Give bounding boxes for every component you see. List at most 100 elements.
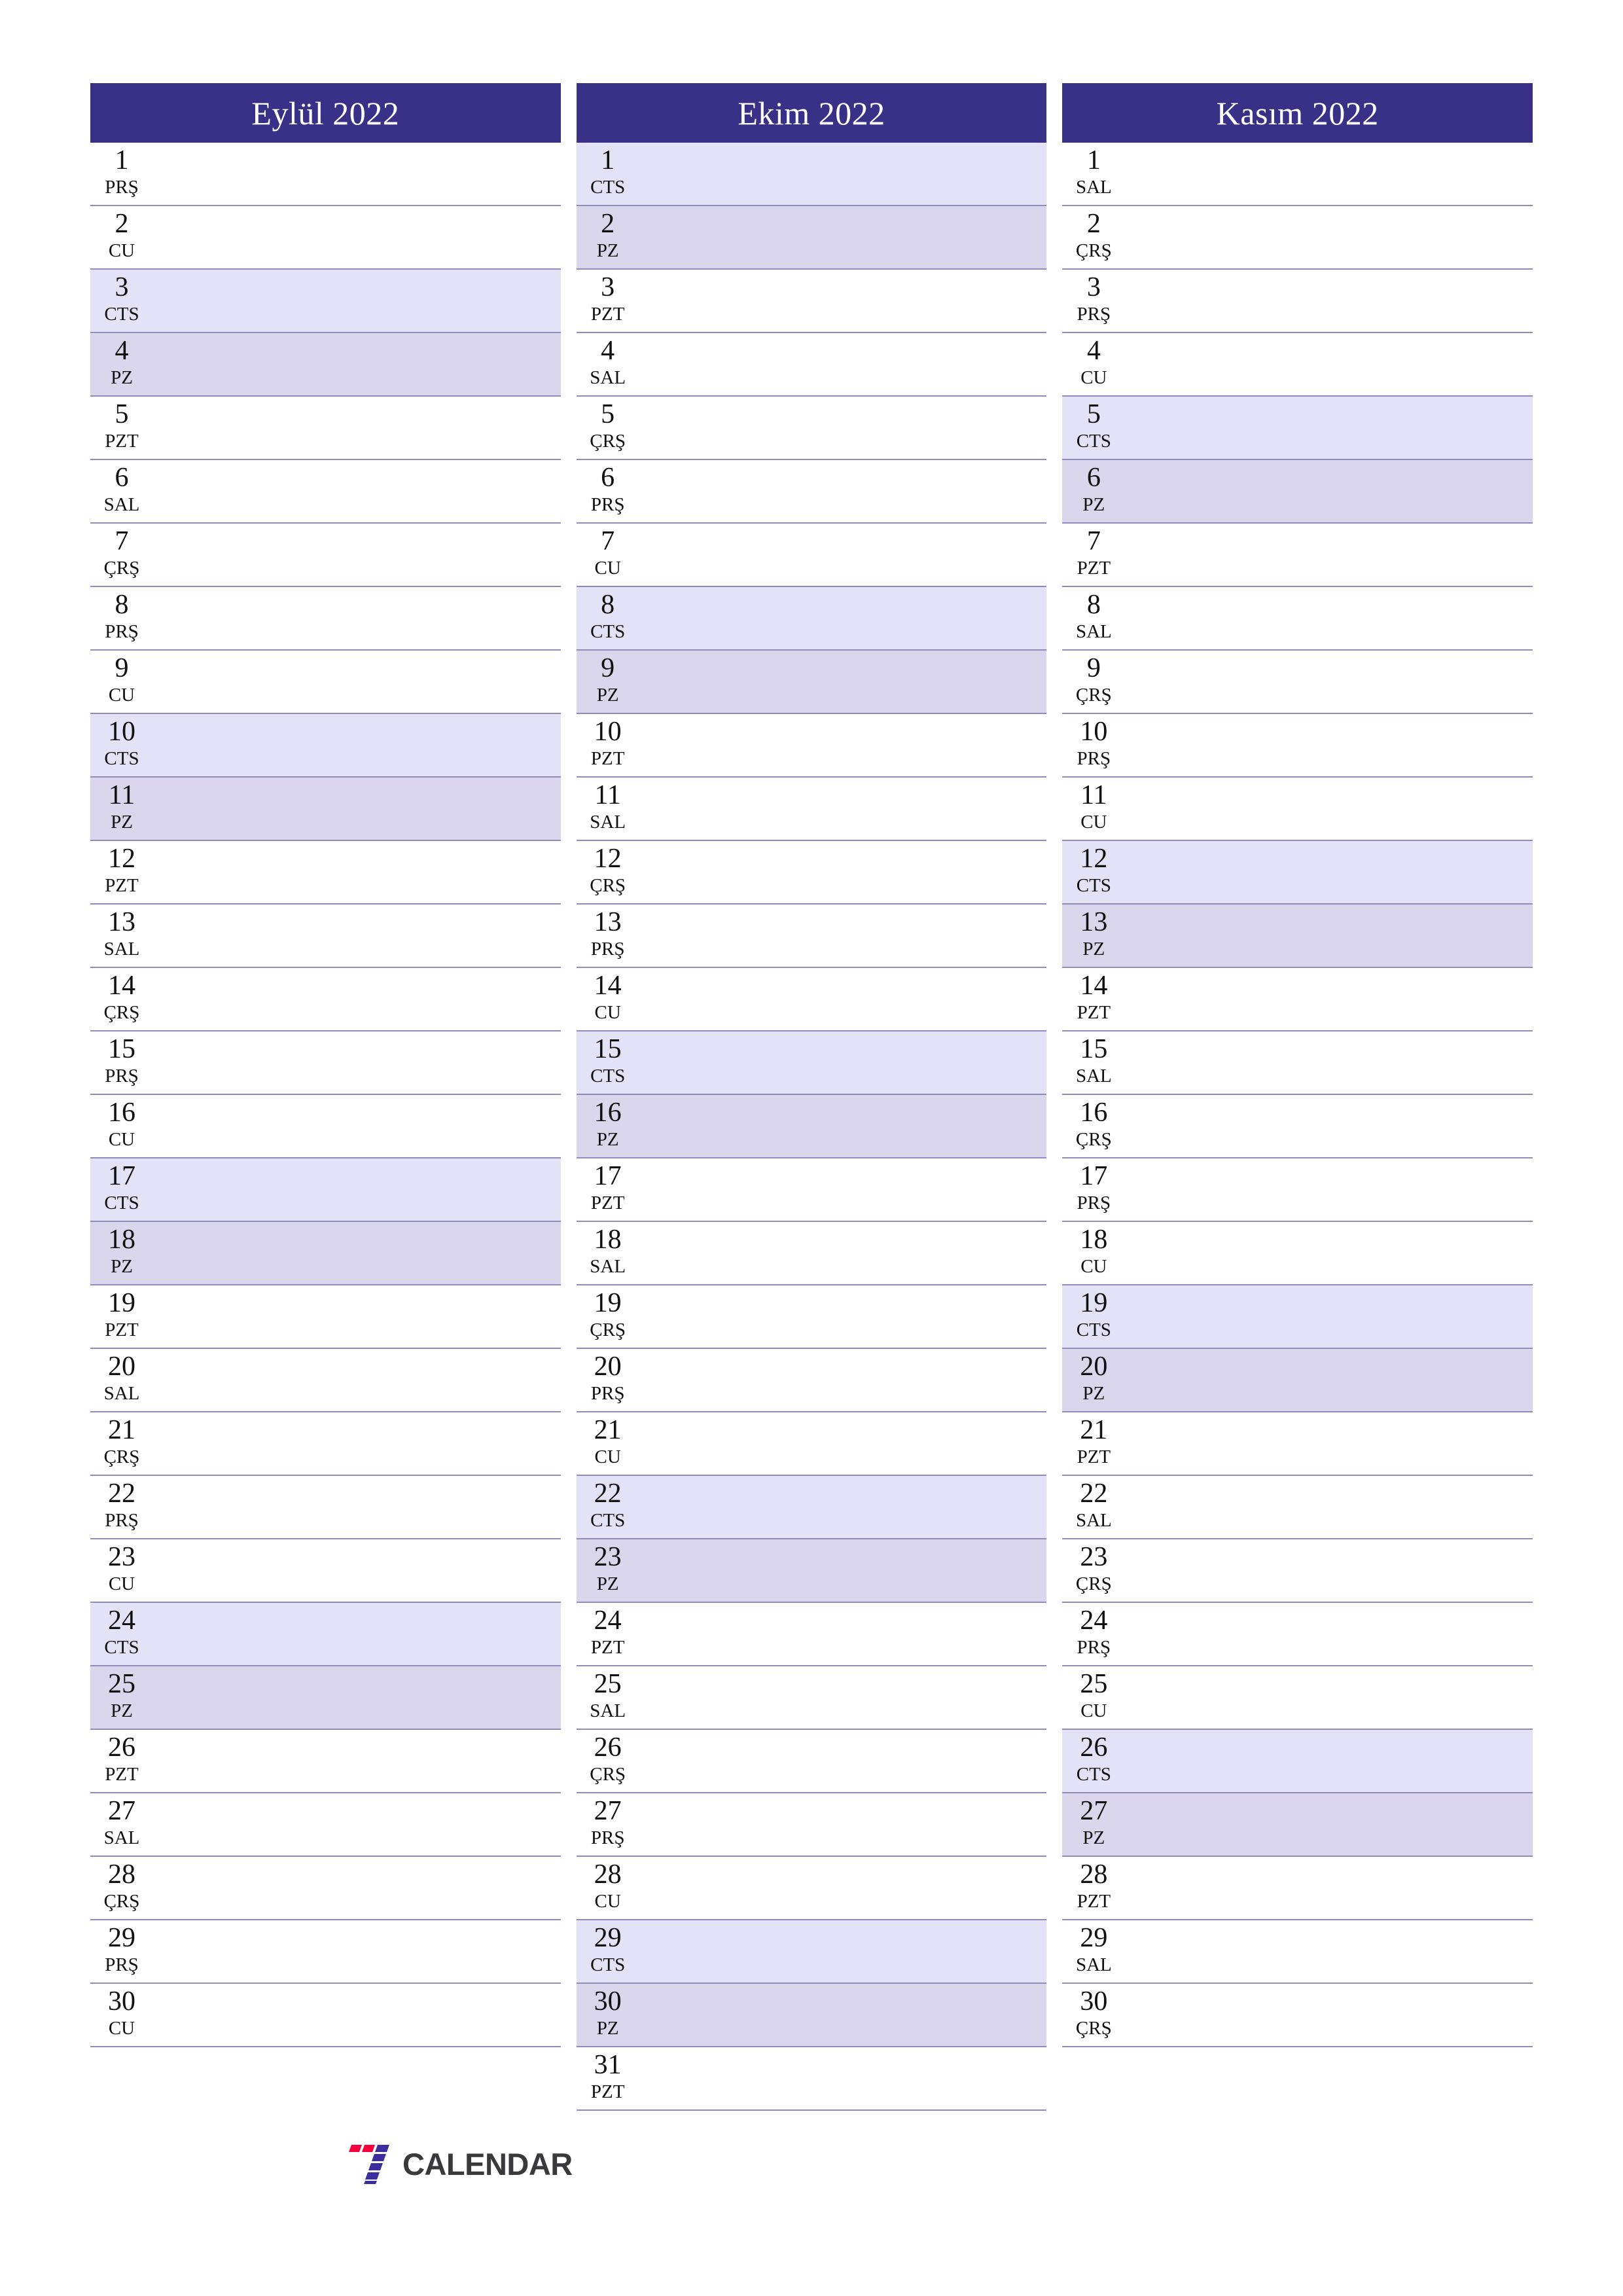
day-row[interactable]: 12 ÇRŞ bbox=[576, 841, 1047, 905]
day-row[interactable]: 30 CU bbox=[90, 1984, 561, 2047]
day-row[interactable]: 13 PZ bbox=[1062, 905, 1533, 968]
day-row[interactable]: 7 CU bbox=[576, 524, 1047, 587]
day-row[interactable]: 9 CU bbox=[90, 651, 561, 714]
day-number: 22 bbox=[1080, 1479, 1108, 1509]
day-row[interactable]: 16 CU bbox=[90, 1095, 561, 1158]
day-row[interactable]: 25 SAL bbox=[576, 1666, 1047, 1730]
day-row[interactable]: 9 PZ bbox=[576, 651, 1047, 714]
day-number: 3 bbox=[601, 272, 615, 302]
day-row[interactable]: 20 PRŞ bbox=[576, 1349, 1047, 1412]
day-row[interactable]: 8 CTS bbox=[576, 587, 1047, 651]
day-number: 6 bbox=[1086, 463, 1101, 493]
day-row[interactable]: 29 CTS bbox=[576, 1920, 1047, 1984]
day-row[interactable]: 28 ÇRŞ bbox=[90, 1857, 561, 1920]
day-row[interactable]: 5 ÇRŞ bbox=[576, 397, 1047, 460]
day-row[interactable]: 23 ÇRŞ bbox=[1062, 1539, 1533, 1603]
day-row[interactable]: 19 ÇRŞ bbox=[576, 1285, 1047, 1349]
day-row[interactable]: 13 SAL bbox=[90, 905, 561, 968]
day-row[interactable]: 21 CU bbox=[576, 1412, 1047, 1476]
day-row[interactable]: 1 CTS bbox=[576, 143, 1047, 206]
day-number: 1 bbox=[115, 145, 129, 175]
day-row[interactable]: 16 ÇRŞ bbox=[1062, 1095, 1533, 1158]
day-row[interactable]: 9 ÇRŞ bbox=[1062, 651, 1533, 714]
day-row[interactable]: 22 CTS bbox=[576, 1476, 1047, 1539]
day-row[interactable]: 30 PZ bbox=[576, 1984, 1047, 2047]
day-row[interactable]: 10 PRŞ bbox=[1062, 714, 1533, 778]
day-row[interactable]: 2 PZ bbox=[576, 206, 1047, 270]
day-weekday-abbr: PRŞ bbox=[590, 1383, 625, 1404]
day-row[interactable]: 5 CTS bbox=[1062, 397, 1533, 460]
day-row[interactable]: 19 PZT bbox=[90, 1285, 561, 1349]
day-row[interactable]: 28 PZT bbox=[1062, 1857, 1533, 1920]
day-row[interactable]: 27 PZ bbox=[1062, 1793, 1533, 1857]
day-row[interactable]: 12 PZT bbox=[90, 841, 561, 905]
day-row[interactable]: 15 CTS bbox=[576, 1031, 1047, 1095]
day-row[interactable]: 25 CU bbox=[1062, 1666, 1533, 1730]
day-row[interactable]: 18 CU bbox=[1062, 1222, 1533, 1285]
day-row[interactable]: 11 CU bbox=[1062, 778, 1533, 841]
day-row[interactable]: 18 PZ bbox=[90, 1222, 561, 1285]
day-row[interactable]: 18 SAL bbox=[576, 1222, 1047, 1285]
day-row[interactable]: 23 PZ bbox=[576, 1539, 1047, 1603]
day-row[interactable]: 26 PZT bbox=[90, 1730, 561, 1793]
day-row[interactable]: 2 ÇRŞ bbox=[1062, 206, 1533, 270]
day-row[interactable]: 11 PZ bbox=[90, 778, 561, 841]
day-row[interactable]: 25 PZ bbox=[90, 1666, 561, 1730]
day-number: 2 bbox=[1086, 209, 1101, 239]
day-row[interactable]: 17 CTS bbox=[90, 1158, 561, 1222]
day-row[interactable]: 26 CTS bbox=[1062, 1730, 1533, 1793]
day-row[interactable]: 1 PRŞ bbox=[90, 143, 561, 206]
day-row[interactable]: 30 ÇRŞ bbox=[1062, 1984, 1533, 2047]
day-weekday-abbr: PRŞ bbox=[105, 1510, 139, 1531]
day-row[interactable]: 23 CU bbox=[90, 1539, 561, 1603]
day-row[interactable]: 4 CU bbox=[1062, 333, 1533, 397]
day-row[interactable]: 8 PRŞ bbox=[90, 587, 561, 651]
day-row[interactable]: 2 CU bbox=[90, 206, 561, 270]
day-row[interactable]: 27 PRŞ bbox=[576, 1793, 1047, 1857]
day-row[interactable]: 20 PZ bbox=[1062, 1349, 1533, 1412]
day-row[interactable]: 27 SAL bbox=[90, 1793, 561, 1857]
day-row[interactable]: 7 PZT bbox=[1062, 524, 1533, 587]
day-row[interactable]: 10 CTS bbox=[90, 714, 561, 778]
day-row[interactable]: 15 SAL bbox=[1062, 1031, 1533, 1095]
day-row[interactable]: 6 PZ bbox=[1062, 460, 1533, 524]
day-row[interactable]: 7 ÇRŞ bbox=[90, 524, 561, 587]
day-row[interactable]: 4 PZ bbox=[90, 333, 561, 397]
day-row[interactable]: 15 PRŞ bbox=[90, 1031, 561, 1095]
day-row[interactable]: 24 PZT bbox=[576, 1603, 1047, 1666]
day-row[interactable]: 14 PZT bbox=[1062, 968, 1533, 1031]
day-weekday-abbr: CTS bbox=[1076, 1319, 1111, 1340]
day-row[interactable]: 21 PZT bbox=[1062, 1412, 1533, 1476]
day-row[interactable]: 6 SAL bbox=[90, 460, 561, 524]
day-row[interactable]: 28 CU bbox=[576, 1857, 1047, 1920]
day-row[interactable]: 31 PZT bbox=[576, 2047, 1047, 2111]
day-row[interactable]: 1 SAL bbox=[1062, 143, 1533, 206]
day-row[interactable]: 19 CTS bbox=[1062, 1285, 1533, 1349]
day-row[interactable]: 22 PRŞ bbox=[90, 1476, 561, 1539]
day-row[interactable]: 3 PRŞ bbox=[1062, 270, 1533, 333]
day-row[interactable]: 10 PZT bbox=[576, 714, 1047, 778]
day-row[interactable]: 3 PZT bbox=[576, 270, 1047, 333]
day-row[interactable]: 6 PRŞ bbox=[576, 460, 1047, 524]
day-row[interactable]: 8 SAL bbox=[1062, 587, 1533, 651]
day-row[interactable]: 20 SAL bbox=[90, 1349, 561, 1412]
day-number: 3 bbox=[1086, 272, 1101, 302]
day-row[interactable]: 14 CU bbox=[576, 968, 1047, 1031]
day-row[interactable]: 24 CTS bbox=[90, 1603, 561, 1666]
day-row[interactable]: 17 PZT bbox=[576, 1158, 1047, 1222]
day-row[interactable]: 3 CTS bbox=[90, 270, 561, 333]
day-row[interactable]: 29 SAL bbox=[1062, 1920, 1533, 1984]
day-row[interactable]: 22 SAL bbox=[1062, 1476, 1533, 1539]
day-row[interactable]: 24 PRŞ bbox=[1062, 1603, 1533, 1666]
day-row[interactable]: 21 ÇRŞ bbox=[90, 1412, 561, 1476]
day-row[interactable]: 17 PRŞ bbox=[1062, 1158, 1533, 1222]
day-row[interactable]: 29 PRŞ bbox=[90, 1920, 561, 1984]
day-row[interactable]: 11 SAL bbox=[576, 778, 1047, 841]
day-row[interactable]: 26 ÇRŞ bbox=[576, 1730, 1047, 1793]
day-row[interactable]: 13 PRŞ bbox=[576, 905, 1047, 968]
day-row[interactable]: 16 PZ bbox=[576, 1095, 1047, 1158]
day-row[interactable]: 5 PZT bbox=[90, 397, 561, 460]
day-row[interactable]: 4 SAL bbox=[576, 333, 1047, 397]
day-row[interactable]: 12 CTS bbox=[1062, 841, 1533, 905]
day-row[interactable]: 14 ÇRŞ bbox=[90, 968, 561, 1031]
